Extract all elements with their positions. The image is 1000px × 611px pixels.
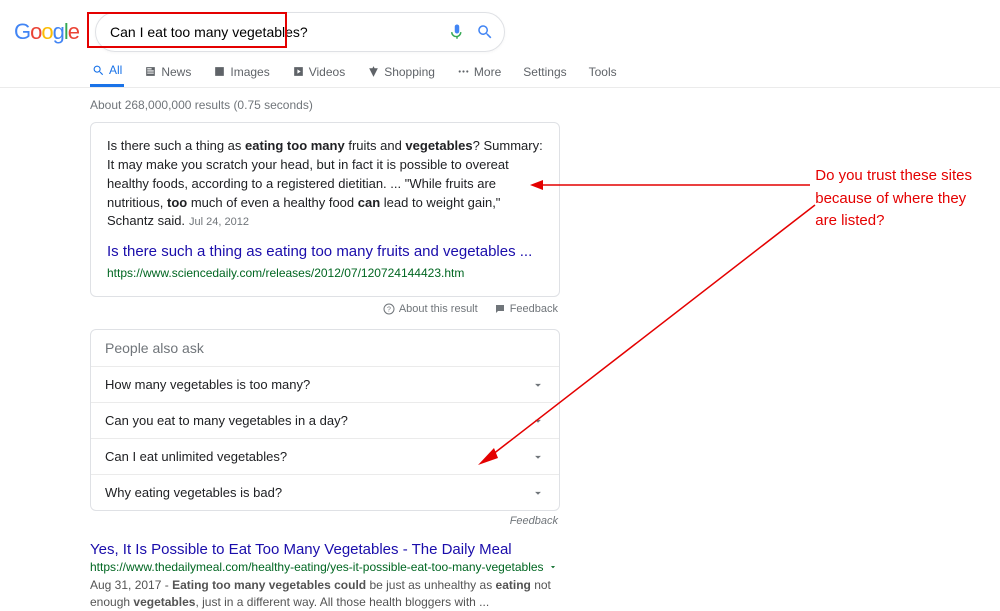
featured-text: Is there such a thing as eating too many… [107,137,543,231]
search-tabs: All News Images Videos Shopping More Set… [0,56,1000,88]
chevron-down-icon [531,450,545,464]
featured-url: https://www.sciencedaily.com/releases/20… [107,265,543,282]
result-url: https://www.thedailymeal.com/healthy-eat… [90,560,560,574]
featured-snippet: Is there such a thing as eating too many… [90,122,560,297]
annotation-arrow [525,175,815,195]
tab-label: Images [230,65,269,79]
paa-question[interactable]: How many vegetables is too many? [91,366,559,402]
search-result: Yes, It Is Possible to Eat Too Many Vege… [90,541,560,611]
paa-header: People also ask [91,330,559,366]
featured-title-link[interactable]: Is there such a thing as eating too many… [107,241,543,263]
tab-news[interactable]: News [142,56,193,87]
tab-label: All [109,63,122,77]
tab-label: More [474,65,501,79]
svg-text:?: ? [387,307,391,314]
tab-images[interactable]: Images [211,56,271,87]
tab-all[interactable]: All [90,56,124,87]
search-bar [95,12,505,52]
tab-label: Videos [309,65,345,79]
google-logo[interactable]: Google [14,19,79,45]
tab-videos[interactable]: Videos [290,56,347,87]
tab-label: News [161,65,191,79]
tools-link[interactable]: Tools [587,65,619,79]
tab-more[interactable]: More [455,56,503,87]
paa-question[interactable]: Can you eat to many vegetables in a day? [91,402,559,438]
settings-link[interactable]: Settings [521,65,568,79]
people-also-ask: People also ask How many vegetables is t… [90,329,560,511]
featured-date: Jul 24, 2012 [189,216,249,228]
caret-down-icon[interactable] [548,562,558,572]
mic-icon[interactable] [448,23,466,41]
annotation-text: Do you trust these sites because of wher… [815,165,972,233]
about-this-result[interactable]: ?About this result [383,303,478,315]
search-icon[interactable] [476,23,494,41]
chevron-down-icon [531,414,545,428]
tab-label: Shopping [384,65,435,79]
result-title-link[interactable]: Yes, It Is Possible to Eat Too Many Vege… [90,541,512,558]
result-snippet: Aug 31, 2017 - Eating too many vegetable… [90,577,560,611]
chevron-down-icon [531,378,545,392]
paa-question[interactable]: Can I eat unlimited vegetables? [91,438,559,474]
tab-shopping[interactable]: Shopping [365,56,437,87]
paa-feedback[interactable]: Feedback [92,515,558,527]
paa-question[interactable]: Why eating vegetables is bad? [91,474,559,510]
chevron-down-icon [531,486,545,500]
result-stats: About 268,000,000 results (0.75 seconds) [90,98,560,112]
feedback-link[interactable]: Feedback [494,303,558,315]
search-input[interactable] [110,24,448,40]
